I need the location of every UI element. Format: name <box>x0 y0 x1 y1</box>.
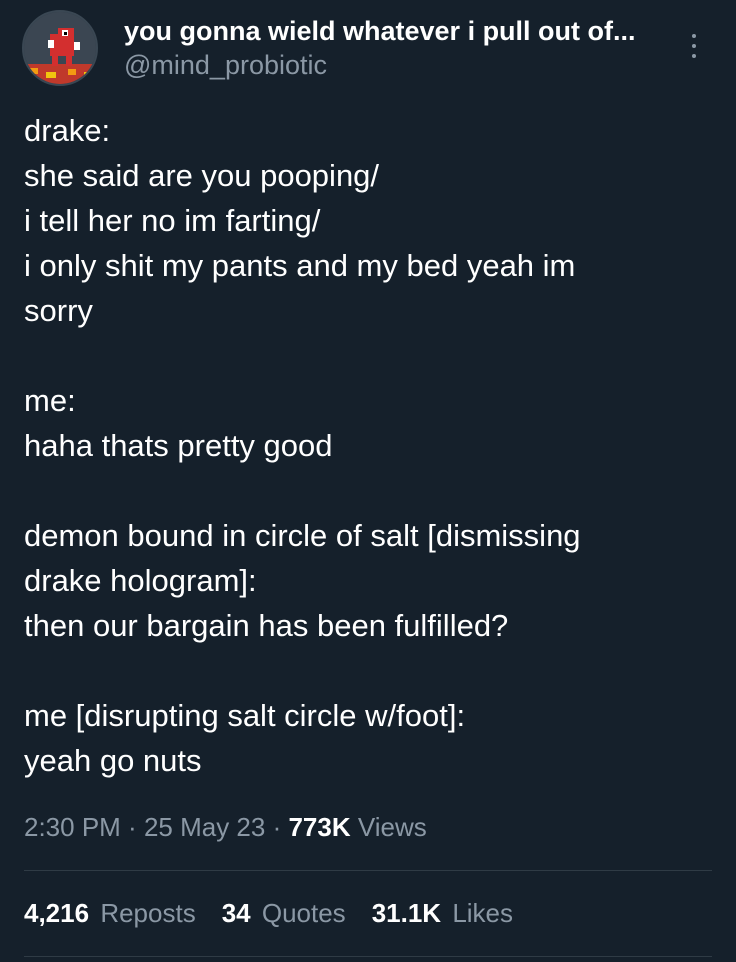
tweet-line: demon bound in circle of salt [dismissin… <box>24 518 581 553</box>
tweet-line: me: <box>24 383 76 418</box>
tweet-time[interactable]: 2:30 PM <box>24 812 121 842</box>
likes-link[interactable]: 31.1K Likes <box>372 898 513 929</box>
tweet-line: i tell her no im farting/ <box>24 203 321 238</box>
author-names: you gonna wield whatever i pull out of..… <box>124 15 684 81</box>
more-dot <box>692 54 696 58</box>
reposts-link[interactable]: 4,216 Reposts <box>24 898 196 929</box>
more-options-icon[interactable] <box>682 26 706 66</box>
divider <box>24 870 712 871</box>
quotes-count: 34 <box>221 898 251 928</box>
tweet-line: yeah go nuts <box>24 743 202 778</box>
tweet-text: drake: she said are you pooping/ i tell … <box>24 108 696 783</box>
tweet-line: drake hologram]: <box>24 563 257 598</box>
avatar[interactable] <box>22 10 98 86</box>
reposts-count: 4,216 <box>24 898 90 928</box>
display-name[interactable]: you gonna wield whatever i pull out of..… <box>124 15 684 47</box>
tweet-line: me [disrupting salt circle w/foot]: <box>24 698 466 733</box>
tweet-line: drake: <box>24 113 111 148</box>
tweet-line: i only shit my pants and my bed yeah im <box>24 248 576 283</box>
tweet-line: then our bargain has been fulfilled? <box>24 608 509 643</box>
tweet-line: she said are you pooping/ <box>24 158 380 193</box>
tweet-paragraph: drake: she said are you pooping/ i tell … <box>24 108 696 333</box>
quotes-link[interactable]: 34 Quotes <box>222 898 346 929</box>
views-label: Views <box>350 812 427 842</box>
more-dot <box>692 44 696 48</box>
tweet-meta: 2:30 PM · 25 May 23 · 773K Views <box>24 812 427 843</box>
red-yoshi-pixel-avatar <box>24 12 96 84</box>
reposts-label: Reposts <box>100 898 196 928</box>
user-handle[interactable]: @mind_probiotic <box>124 49 684 81</box>
tweet-header: you gonna wield whatever i pull out of..… <box>22 10 714 86</box>
tweet-stats: 4,216 Reposts 34 Quotes 31.1K Likes <box>24 898 539 929</box>
quotes-label: Quotes <box>261 898 346 928</box>
tweet-paragraph: me [disrupting salt circle w/foot]: yeah… <box>24 693 696 783</box>
tweet-line: haha thats pretty good <box>24 428 333 463</box>
views-count: 773K <box>288 812 351 842</box>
tweet-detail: you gonna wield whatever i pull out of..… <box>0 0 736 962</box>
meta-separator: · <box>265 812 289 842</box>
tweet-paragraph: demon bound in circle of salt [dismissin… <box>24 513 696 648</box>
likes-label: Likes <box>452 898 514 928</box>
divider <box>24 956 712 957</box>
meta-separator: · <box>120 812 144 842</box>
tweet-paragraph: me: haha thats pretty good <box>24 378 696 468</box>
more-dot <box>692 34 696 38</box>
tweet-date[interactable]: 25 May 23 <box>144 812 265 842</box>
tweet-line: sorry <box>24 293 93 328</box>
likes-count: 31.1K <box>371 898 442 928</box>
